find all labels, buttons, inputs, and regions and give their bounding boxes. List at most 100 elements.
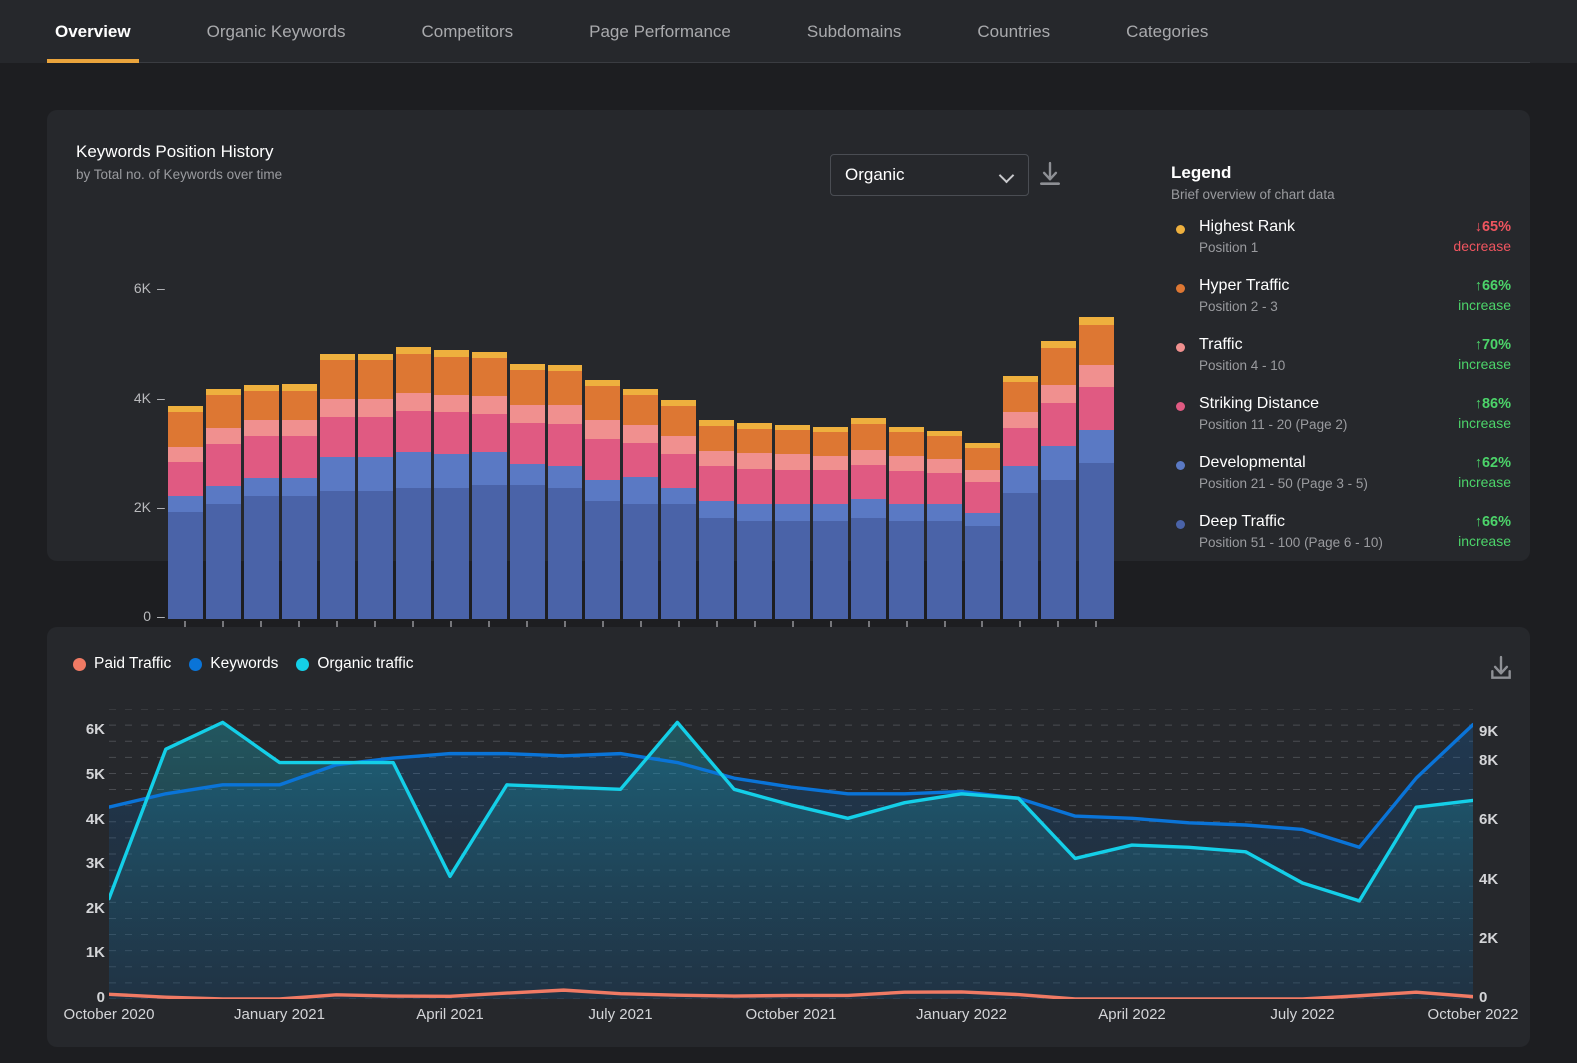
bar-segment [965, 482, 1000, 513]
bar-column[interactable] [433, 291, 469, 619]
tab-competitors[interactable]: Competitors [414, 0, 522, 63]
bar-chart-y-axis: 6K – 4K – 2K – 0– [76, 280, 166, 630]
bar-column[interactable] [851, 291, 887, 619]
traffic-type-select[interactable]: Organic [830, 154, 1029, 196]
bar-segment [1002, 381, 1038, 413]
bar-column[interactable] [889, 291, 925, 619]
bar-column[interactable] [281, 291, 317, 619]
bar-column[interactable] [243, 291, 279, 619]
download-icon[interactable] [1037, 160, 1063, 190]
bar-segment [471, 452, 507, 486]
bar-column[interactable] [927, 291, 963, 619]
legend-item-organic-traffic[interactable]: Organic traffic [296, 655, 414, 673]
bar-column[interactable] [1002, 291, 1038, 619]
bar-segment [1078, 463, 1114, 619]
bar-column[interactable] [1040, 291, 1076, 619]
bar-segment [851, 449, 887, 465]
legend-item-label: Organic traffic [317, 655, 414, 672]
bar-segment [319, 490, 355, 619]
delta-word: increase [1458, 533, 1511, 549]
bar-segment [699, 465, 735, 502]
bar-segment [509, 485, 545, 619]
bar-segment [281, 390, 317, 421]
bar-segment [737, 468, 773, 505]
bar-segment [965, 526, 1000, 619]
bar-segment [243, 436, 279, 478]
y-tick-6k: 6K – [133, 280, 165, 296]
legend-subtitle: Brief overview of chart data [1171, 187, 1335, 202]
bar-segment [319, 456, 355, 491]
delta-word: increase [1458, 474, 1511, 490]
bar-segment [1040, 403, 1076, 446]
x-tick-label: October 2020 [63, 1006, 155, 1023]
y-tick-left: 4K [85, 810, 105, 828]
bar-segment [585, 501, 621, 619]
bar-column[interactable] [1078, 291, 1114, 619]
legend-item-developmental[interactable]: Developmental Position 21 - 50 (Page 3 -… [1171, 453, 1511, 497]
tab-overview[interactable]: Overview [47, 0, 139, 63]
bar-segment [737, 453, 773, 469]
bar-segment [623, 424, 659, 443]
legend-item-hyper-traffic[interactable]: Hyper Traffic Position 2 - 3 ↑66% increa… [1171, 276, 1511, 320]
bar-column[interactable] [699, 291, 735, 619]
bar-segment [471, 357, 507, 396]
bar-segment [357, 360, 393, 399]
bar-segment [661, 435, 697, 454]
bar-column[interactable] [205, 291, 241, 619]
bar-segment [471, 485, 507, 619]
bar-segment [699, 501, 735, 518]
bar-column[interactable] [623, 291, 659, 619]
delta-word: increase [1458, 356, 1511, 372]
legend-color-dot [1176, 225, 1185, 234]
bar-segment [699, 517, 735, 619]
bar-segment [585, 419, 621, 439]
y-tick-right: 2K [1479, 929, 1499, 947]
bar-column[interactable] [813, 291, 849, 619]
bar-column[interactable] [471, 291, 507, 619]
bar-segment [357, 398, 393, 417]
y-tick-left: 6K [85, 721, 105, 739]
y-tick-left: 0 [96, 989, 105, 1006]
main-tab-bar: Overview Organic Keywords Competitors Pa… [0, 0, 1577, 63]
tab-organic-keywords[interactable]: Organic Keywords [199, 0, 354, 63]
bar-column[interactable] [737, 291, 773, 619]
legend-item-highest-rank[interactable]: Highest Rank Position 1 ↓65% decrease [1171, 217, 1511, 261]
bar-segment [813, 504, 849, 521]
bar-segment [1078, 324, 1114, 365]
legend-item-deep-traffic[interactable]: Deep Traffic Position 51 - 100 (Page 6 -… [1171, 512, 1511, 556]
bar-column[interactable] [509, 291, 545, 619]
tab-subdomains[interactable]: Subdomains [799, 0, 910, 63]
bar-column[interactable] [395, 291, 431, 619]
bar-segment [775, 504, 811, 521]
bar-segment [965, 469, 1000, 483]
legend-item-delta: ↑66% increase [1458, 512, 1511, 551]
legend-item-keywords[interactable]: Keywords [189, 655, 278, 673]
bar-segment [1002, 465, 1038, 494]
line-chart-x-axis: October 2020 January 2021 April 2021 July 2… [47, 1006, 1530, 1032]
bar-column[interactable] [547, 291, 583, 619]
bar-column[interactable] [168, 291, 203, 619]
tab-categories[interactable]: Categories [1118, 0, 1216, 63]
bar-segment [433, 356, 469, 395]
legend-item-paid-traffic[interactable]: Paid Traffic [73, 655, 171, 673]
bar-segment [927, 436, 963, 460]
bar-segment [357, 456, 393, 491]
legend-item-traffic[interactable]: Traffic Position 4 - 10 ↑70% increase [1171, 335, 1511, 379]
tab-countries[interactable]: Countries [969, 0, 1058, 63]
legend-item-striking-distance[interactable]: Striking Distance Position 11 - 20 (Page… [1171, 394, 1511, 438]
bar-segment [889, 432, 925, 457]
bar-column[interactable] [585, 291, 621, 619]
bar-column[interactable] [357, 291, 393, 619]
bar-column[interactable] [661, 291, 697, 619]
bar-segment [889, 504, 925, 521]
bar-column[interactable] [965, 291, 1000, 619]
bar-column[interactable] [775, 291, 811, 619]
bar-segment [851, 423, 887, 450]
bar-segment [775, 469, 811, 505]
download-icon[interactable] [1488, 654, 1514, 684]
bar-segment [205, 443, 241, 487]
bar-segment [699, 425, 735, 451]
x-tick-label: April 2022 [1098, 1006, 1166, 1023]
bar-column[interactable] [319, 291, 355, 619]
tab-page-performance[interactable]: Page Performance [581, 0, 739, 63]
